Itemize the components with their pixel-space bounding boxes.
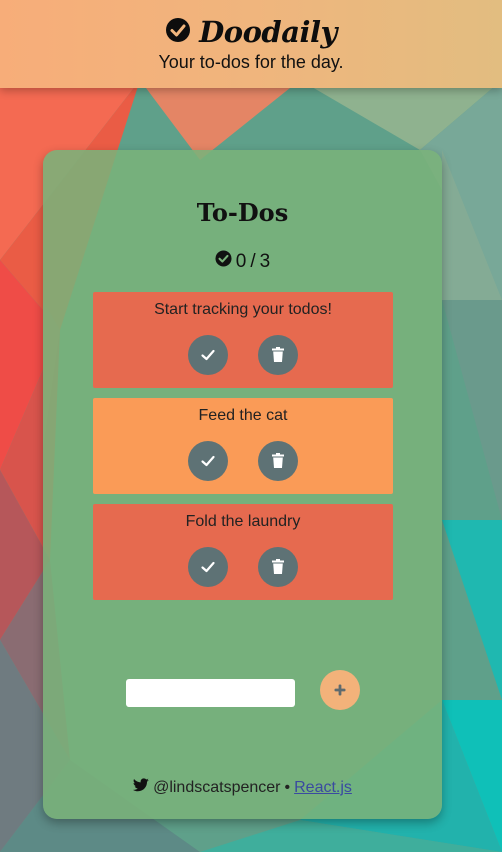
twitter-handle[interactable]: @lindscatspencer [153, 779, 280, 797]
check-circle-icon [215, 250, 232, 273]
brand: Doodaily [0, 14, 502, 50]
footer: @lindscatspencer • React.js [43, 778, 442, 797]
todo-text: Start tracking your todos! [154, 301, 332, 318]
trash-icon [272, 347, 284, 362]
counter-separator: / [250, 250, 256, 272]
app-header: Doodaily Your to-dos for the day. [0, 0, 502, 88]
twitter-icon[interactable] [133, 778, 149, 797]
delete-button[interactable] [258, 335, 298, 375]
new-todo-input[interactable] [126, 679, 295, 707]
todo-item: Feed the cat [93, 398, 393, 494]
todo-text: Feed the cat [198, 407, 288, 424]
todo-card: To-Dos 0 / 3 Start tracking your todos! … [43, 150, 442, 819]
check-circle-icon [165, 17, 191, 47]
app-title: Doodaily [199, 15, 337, 49]
counter-total: 3 [259, 250, 271, 272]
complete-button[interactable] [188, 441, 228, 481]
plus-icon [334, 684, 346, 696]
delete-button[interactable] [258, 441, 298, 481]
todo-item: Start tracking your todos! [93, 292, 393, 388]
add-todo-button[interactable] [320, 670, 360, 710]
app-tagline: Your to-dos for the day. [158, 52, 344, 72]
todo-item: Fold the laundry [93, 504, 393, 600]
check-icon [201, 455, 215, 467]
check-icon [201, 561, 215, 573]
delete-button[interactable] [258, 547, 298, 587]
react-link[interactable]: React.js [294, 779, 352, 797]
footer-separator: • [284, 778, 291, 796]
counter-done: 0 [235, 250, 247, 272]
card-title: To-Dos [196, 198, 289, 227]
trash-icon [272, 559, 284, 574]
trash-icon [272, 453, 284, 468]
todo-counter: 0 / 3 [43, 250, 442, 273]
complete-button[interactable] [188, 335, 228, 375]
complete-button[interactable] [188, 547, 228, 587]
todo-text: Fold the laundry [185, 513, 301, 530]
check-icon [201, 349, 215, 361]
